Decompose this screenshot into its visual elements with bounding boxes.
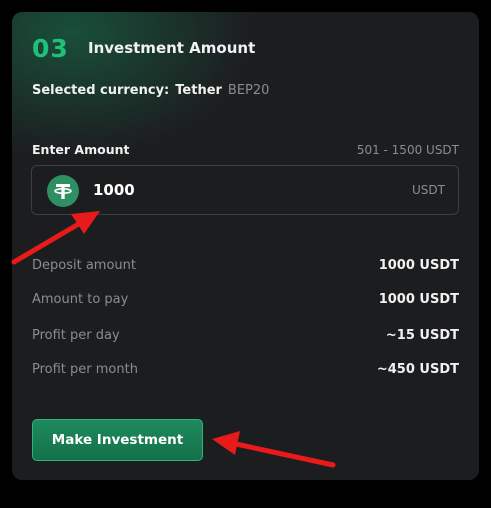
arrow-to-amount-input-icon — [11, 211, 100, 265]
annotation-arrows — [11, 211, 336, 468]
arrow-to-invest-button-icon — [212, 431, 336, 468]
